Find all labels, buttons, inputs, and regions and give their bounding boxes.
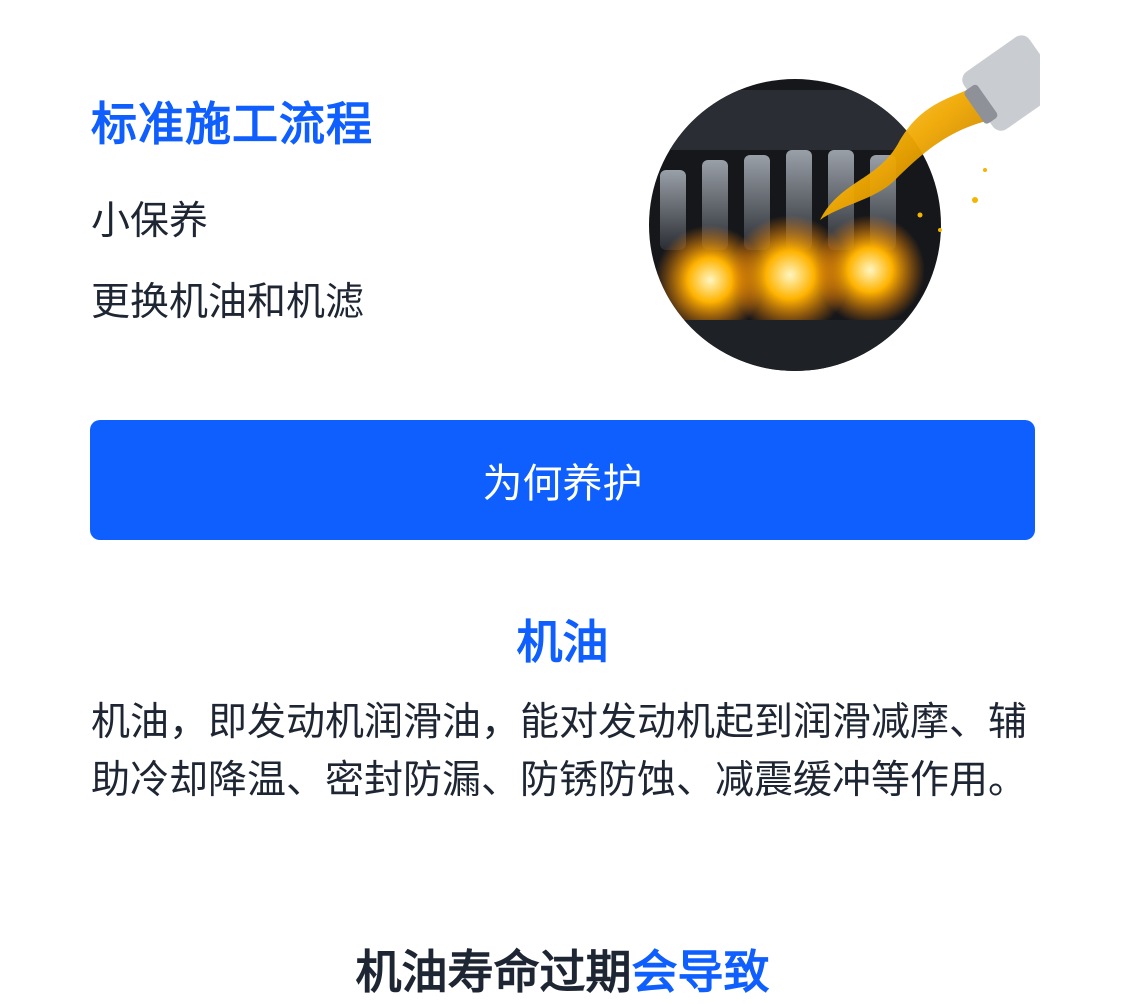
- service-name: 小保养: [91, 199, 209, 244]
- oil-expiry-heading: 机油寿命过期会导致: [0, 936, 1125, 1002]
- engine-oil-image: [640, 30, 1061, 380]
- page-title: 标准施工流程: [91, 97, 373, 151]
- service-description: 更换机油和机滤: [91, 280, 365, 325]
- why-maintain-button[interactable]: 为何养护: [90, 420, 1035, 540]
- oil-expiry-heading-part2: 会导致: [631, 945, 770, 999]
- oil-heading: 机油: [516, 615, 609, 669]
- oil-description: 机油，即发动机润滑油，能对发动机起到润滑减摩、辅助冷却降温、密封防漏、防锈防蚀、…: [91, 700, 1028, 803]
- oil-expiry-heading-part1: 机油寿命过期: [355, 945, 632, 999]
